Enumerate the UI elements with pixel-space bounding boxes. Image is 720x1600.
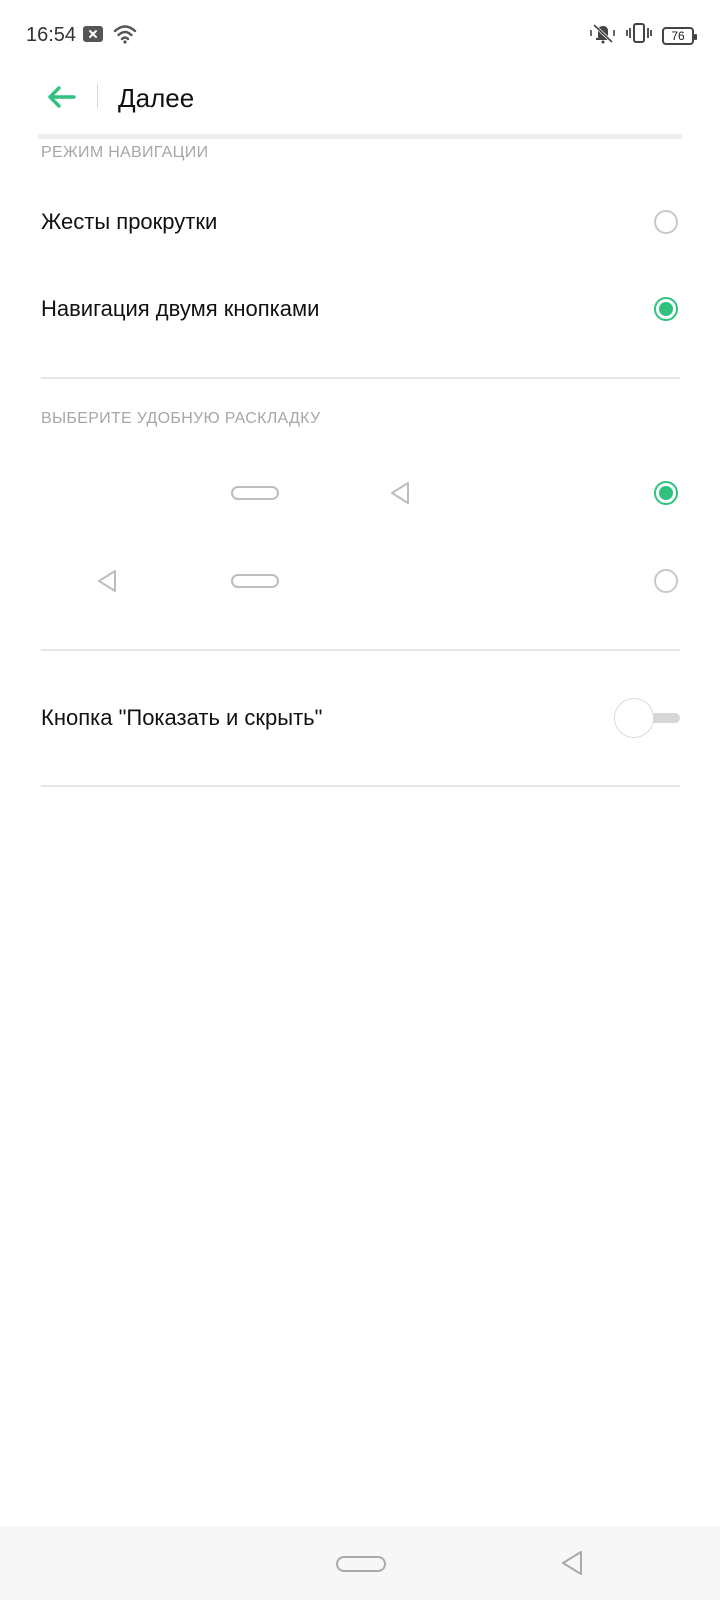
screen: 16:54 76 Далее РЕЖИМ НАВИГАЦИИ Жесты про… bbox=[0, 0, 720, 1600]
toggle-knob bbox=[614, 698, 654, 738]
layout-option-1[interactable] bbox=[0, 453, 720, 533]
layout-option-2[interactable] bbox=[0, 541, 720, 621]
back-triangle-icon bbox=[96, 569, 118, 598]
wifi-icon bbox=[113, 24, 137, 49]
header-divider bbox=[97, 84, 98, 108]
section-label-navigation-mode: РЕЖИМ НАВИГАЦИИ bbox=[41, 144, 209, 161]
radio-two-buttons[interactable] bbox=[654, 297, 678, 321]
option-label: Жесты прокрутки bbox=[41, 209, 218, 234]
vibrate-icon bbox=[626, 22, 652, 49]
battery-icon: 76 bbox=[662, 26, 697, 45]
arrow-left-icon bbox=[46, 85, 76, 114]
show-hide-row[interactable]: Кнопка "Показать и скрыть" bbox=[0, 678, 720, 758]
option-gestures[interactable]: Жесты прокрутки bbox=[0, 182, 720, 262]
section-label-layout: ВЫБЕРИТЕ УДОБНУЮ РАСКЛАДКУ bbox=[41, 410, 321, 427]
system-nav-bar bbox=[0, 1526, 720, 1600]
show-hide-toggle[interactable] bbox=[614, 696, 680, 740]
divider bbox=[41, 649, 680, 651]
back-triangle-icon bbox=[389, 481, 411, 510]
radio-layout-2[interactable] bbox=[654, 569, 678, 593]
home-pill-icon bbox=[231, 574, 279, 588]
divider bbox=[41, 785, 680, 787]
notification-close-icon bbox=[83, 25, 103, 48]
status-right-icons: 76 bbox=[590, 22, 697, 49]
radio-layout-1[interactable] bbox=[654, 481, 678, 505]
silent-mode-icon bbox=[590, 22, 616, 49]
back-triangle-icon[interactable] bbox=[560, 1550, 584, 1581]
divider bbox=[41, 377, 680, 379]
page-title: Далее bbox=[118, 83, 195, 113]
option-label: Навигация двумя кнопками bbox=[41, 296, 320, 321]
header: Далее bbox=[0, 70, 720, 140]
status-bar: 16:54 76 bbox=[0, 0, 720, 70]
back-button[interactable] bbox=[42, 80, 80, 118]
home-pill-icon bbox=[231, 486, 279, 500]
header-shadow bbox=[38, 134, 682, 139]
show-hide-label: Кнопка "Показать и скрыть" bbox=[41, 705, 323, 730]
home-pill-icon[interactable] bbox=[336, 1556, 386, 1572]
status-time: 16:54 bbox=[26, 24, 77, 46]
status-left-icons bbox=[83, 24, 137, 49]
radio-gestures[interactable] bbox=[654, 210, 678, 234]
option-two-buttons[interactable]: Навигация двумя кнопками bbox=[0, 269, 720, 349]
